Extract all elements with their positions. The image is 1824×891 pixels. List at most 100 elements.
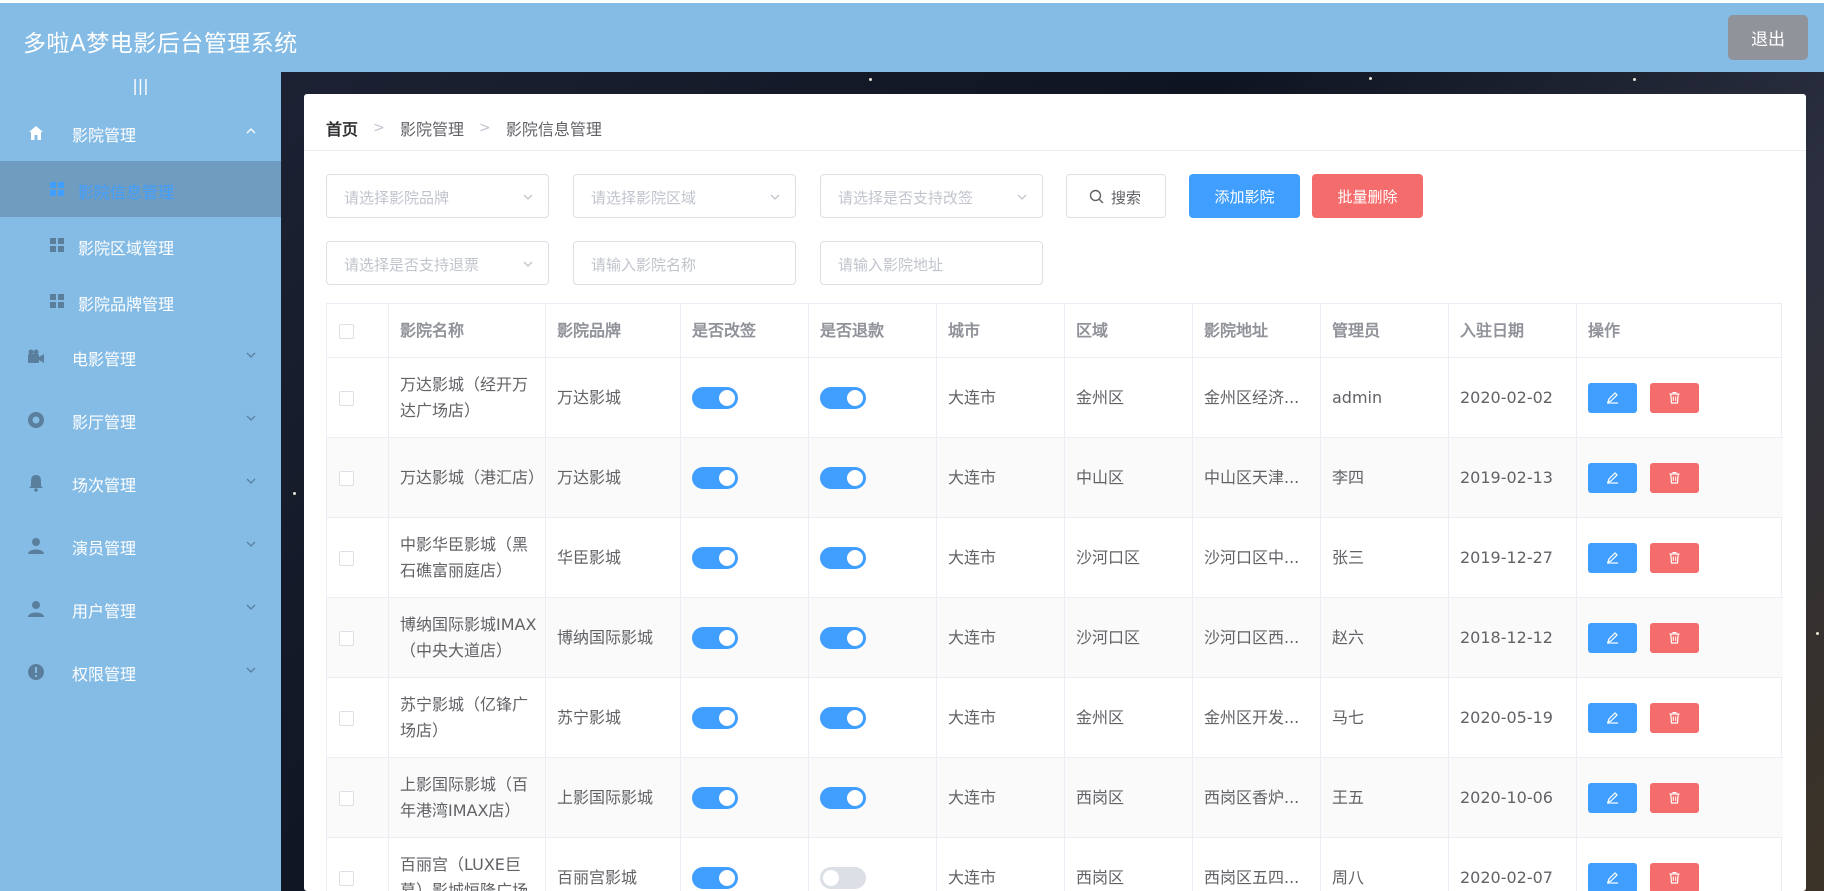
row-checkbox[interactable]: [339, 470, 354, 486]
table-cell: 沙河口区西...: [1193, 598, 1321, 677]
trash-icon: [1669, 871, 1680, 884]
sidebar-menu-permission[interactable]: 权限管理: [0, 644, 281, 700]
cell-text: 2020-02-02: [1460, 387, 1553, 407]
cinema-address-input[interactable]: 请输入影院地址: [820, 241, 1043, 285]
select-placeholder: 请选择影院品牌: [344, 189, 450, 207]
delete-button[interactable]: [1650, 462, 1699, 493]
table-cell: 沙河口区: [1065, 518, 1193, 597]
chevron-down-icon: [246, 415, 256, 421]
change-toggle[interactable]: [692, 466, 738, 489]
table-cell: [1577, 598, 1783, 677]
brand-select[interactable]: 请选择影院品牌: [326, 174, 549, 218]
table-cell: 万达影城: [546, 438, 681, 517]
edit-button[interactable]: [1588, 862, 1637, 891]
add-cinema-button[interactable]: 添加影院: [1189, 174, 1300, 218]
edit-button[interactable]: [1588, 462, 1637, 493]
row-checkbox[interactable]: [339, 710, 354, 726]
edit-button[interactable]: [1588, 542, 1637, 573]
sidebar-menu-cinema[interactable]: 影院管理: [0, 105, 281, 161]
toggle-knob: [847, 789, 863, 806]
toggle-knob: [847, 389, 863, 406]
sidebar-item-label: 影院信息管理: [78, 183, 175, 202]
table-cell: [327, 358, 389, 437]
refund-toggle[interactable]: [820, 786, 866, 809]
delete-button[interactable]: [1650, 382, 1699, 413]
sidebar-item-cinema-area[interactable]: 影院区域管理: [0, 217, 281, 273]
sidebar-collapse-toggle[interactable]: |||: [0, 72, 281, 99]
table-cell: [1577, 838, 1783, 891]
edit-button[interactable]: [1588, 702, 1637, 733]
change-toggle[interactable]: [692, 786, 738, 809]
table-cell: [327, 598, 389, 677]
table-cell: 万达影城（经开万达广场店）: [389, 358, 546, 437]
row-checkbox[interactable]: [339, 870, 354, 886]
refund-toggle[interactable]: [820, 706, 866, 729]
header-cell: 影院地址: [1193, 304, 1321, 357]
sidebar-menu-actor[interactable]: 演员管理: [0, 518, 281, 574]
change-toggle[interactable]: [692, 706, 738, 729]
sidebar-menu-user[interactable]: 用户管理: [0, 581, 281, 637]
row-checkbox[interactable]: [339, 790, 354, 806]
row-checkbox[interactable]: [339, 550, 354, 566]
table-cell: 华臣影城: [546, 518, 681, 597]
logout-button[interactable]: 退出: [1728, 15, 1808, 60]
trash-icon: [1669, 631, 1680, 644]
sidebar-menu-label: 演员管理: [72, 539, 137, 558]
row-checkbox[interactable]: [339, 390, 354, 406]
delete-button[interactable]: [1650, 622, 1699, 653]
area-select[interactable]: 请选择影院区域: [573, 174, 796, 218]
refund-toggle[interactable]: [820, 866, 866, 889]
header-cell: 管理员: [1321, 304, 1449, 357]
change-toggle[interactable]: [692, 626, 738, 649]
cell-text: 李四: [1332, 467, 1365, 487]
chevron-down-icon: [246, 352, 256, 358]
row-checkbox[interactable]: [339, 630, 354, 646]
search-button[interactable]: 搜索: [1066, 174, 1166, 218]
refund-toggle[interactable]: [820, 466, 866, 489]
refund-toggle[interactable]: [820, 546, 866, 569]
cell-text: 中山区天津...: [1204, 467, 1300, 487]
change-toggle[interactable]: [692, 386, 738, 409]
table-cell: 中山区: [1065, 438, 1193, 517]
table-cell: 2020-10-06: [1449, 758, 1577, 837]
chevron-down-icon: [246, 478, 256, 484]
edit-button[interactable]: [1588, 382, 1637, 413]
delete-button[interactable]: [1650, 782, 1699, 813]
cell-text: 万达影城（经开万达广场店）: [400, 374, 529, 420]
refund-select[interactable]: 请选择是否支持退票: [326, 241, 549, 285]
table-cell: [809, 518, 937, 597]
toggle-knob: [847, 469, 863, 486]
cell-text: 华臣影城: [557, 547, 622, 567]
edit-button[interactable]: [1588, 622, 1637, 653]
breadcrumb-home[interactable]: 首页: [326, 116, 358, 140]
change-toggle[interactable]: [692, 546, 738, 569]
cell-text: 2019-12-27: [1460, 547, 1553, 567]
refund-toggle[interactable]: [820, 386, 866, 409]
sidebar-item-cinema-brand[interactable]: 影院品牌管理: [0, 273, 281, 329]
table-cell: 百丽宫（LUXE巨幕）影城恒隆广场: [389, 838, 546, 891]
sidebar-menu-session[interactable]: 场次管理: [0, 455, 281, 511]
batch-delete-button[interactable]: 批量删除: [1312, 174, 1423, 218]
delete-button[interactable]: [1650, 862, 1699, 891]
cinema-name-input[interactable]: 请输入影院名称: [573, 241, 796, 285]
table-cell: [1577, 358, 1783, 437]
table-cell: 大连市: [937, 678, 1065, 757]
cell-text: 王五: [1332, 787, 1365, 807]
column-header: 操作: [1588, 320, 1621, 340]
table-cell: 沙河口区中...: [1193, 518, 1321, 597]
delete-button[interactable]: [1650, 542, 1699, 573]
cell-text: 大连市: [948, 387, 997, 407]
sidebar-menu-hall[interactable]: 影厅管理: [0, 392, 281, 448]
sidebar-item-label: 影院区域管理: [78, 239, 175, 258]
table-cell: 百丽宫影城: [546, 838, 681, 891]
change-select[interactable]: 请选择是否支持改签: [820, 174, 1043, 218]
chevron-down-icon: [246, 541, 256, 547]
edit-button[interactable]: [1588, 782, 1637, 813]
table-row: 中影华臣影城（黑石礁富丽庭店） 华臣影城 大连市 沙河口区 沙河口区中... 张三 2019…: [327, 518, 1783, 598]
change-toggle[interactable]: [692, 866, 738, 889]
refund-toggle[interactable]: [820, 626, 866, 649]
delete-button[interactable]: [1650, 702, 1699, 733]
sidebar-item-cinema-info[interactable]: 影院信息管理: [0, 161, 281, 217]
select-all-checkbox[interactable]: [339, 323, 354, 339]
sidebar-menu-movie[interactable]: 电影管理: [0, 329, 281, 385]
